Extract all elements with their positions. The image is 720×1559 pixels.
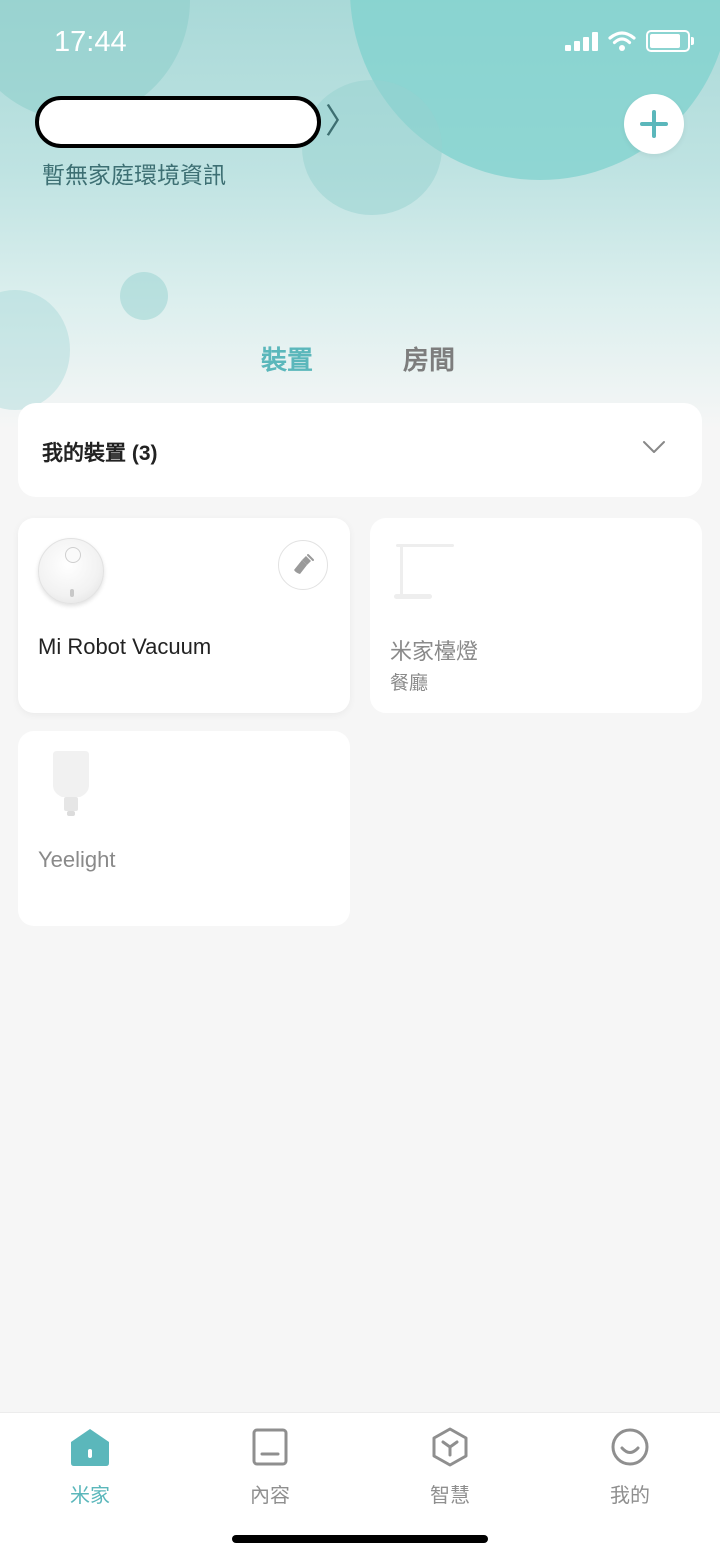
plus-icon bbox=[640, 110, 668, 138]
device-room: 餐廳 bbox=[390, 673, 429, 694]
tab-rooms[interactable]: 房間 bbox=[403, 340, 455, 377]
light-bulb-icon bbox=[53, 751, 89, 816]
device-name: Mi Robot Vacuum bbox=[38, 634, 212, 659]
device-name: 米家檯燈 bbox=[390, 639, 479, 664]
nav-smart-label: 智慧 bbox=[430, 1485, 470, 1507]
device-card-vacuum[interactable]: Mi Robot Vacuum bbox=[18, 518, 350, 713]
battery-icon bbox=[646, 30, 694, 52]
device-group-title: 我的裝置 (3) bbox=[42, 442, 158, 465]
nav-smart[interactable]: 智慧 bbox=[390, 1425, 510, 1508]
status-time: 17:44 bbox=[54, 26, 127, 58]
nav-content-label: 內容 bbox=[250, 1485, 290, 1507]
decor-bubble bbox=[120, 272, 168, 320]
broom-icon bbox=[294, 554, 314, 574]
home-environment-info: 暫無家庭環境資訊 bbox=[42, 162, 226, 188]
start-cleaning-button[interactable] bbox=[278, 540, 328, 590]
view-tabs: 裝置 房間 bbox=[0, 340, 720, 380]
signal-icon bbox=[565, 31, 598, 51]
chevron-down-icon bbox=[643, 441, 665, 453]
status-icons bbox=[565, 30, 694, 52]
nav-home[interactable]: 米家 bbox=[30, 1425, 150, 1508]
device-card-desk-lamp[interactable]: 米家檯燈 餐廳 bbox=[370, 518, 702, 713]
profile-smile-icon bbox=[611, 1428, 649, 1466]
decor-bubble bbox=[302, 80, 442, 215]
home-icon bbox=[71, 1429, 109, 1466]
device-name: Yeelight bbox=[38, 847, 116, 872]
chevron-right-icon[interactable]: 〉 bbox=[325, 102, 359, 142]
smart-cube-icon bbox=[432, 1427, 468, 1467]
add-device-button[interactable] bbox=[624, 94, 684, 154]
home-indicator bbox=[232, 1535, 488, 1543]
nav-me[interactable]: 我的 bbox=[570, 1425, 690, 1508]
wifi-icon bbox=[608, 31, 636, 51]
desk-lamp-icon bbox=[394, 544, 454, 599]
device-group-selector[interactable]: 我的裝置 (3) bbox=[18, 403, 702, 497]
home-name-selector[interactable] bbox=[35, 96, 321, 148]
tab-devices[interactable]: 裝置 bbox=[261, 340, 313, 377]
nav-me-label: 我的 bbox=[610, 1485, 650, 1507]
content-icon bbox=[252, 1428, 288, 1466]
status-bar: 17:44 bbox=[0, 0, 720, 88]
robot-vacuum-icon bbox=[38, 538, 104, 604]
nav-content[interactable]: 內容 bbox=[210, 1425, 330, 1508]
nav-home-label: 米家 bbox=[70, 1485, 110, 1507]
device-card-yeelight[interactable]: Yeelight bbox=[18, 731, 350, 926]
